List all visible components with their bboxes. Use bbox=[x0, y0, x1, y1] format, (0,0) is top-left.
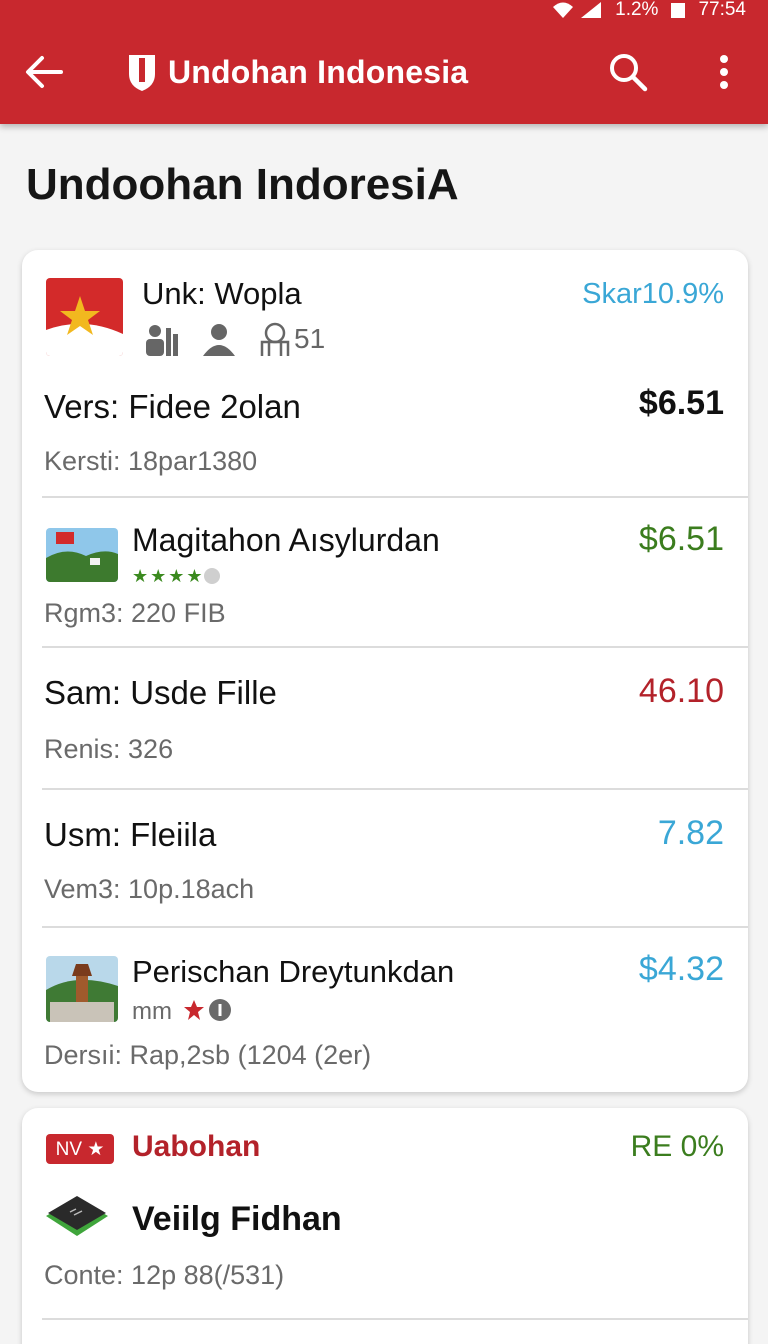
item-title: Perischan Dreytunkdan bbox=[132, 954, 455, 989]
item-value: 46.10 bbox=[638, 672, 724, 710]
list-item[interactable]: Usm: Fleiila 7.82 Vem3: 10p.18ach bbox=[22, 790, 748, 926]
back-button[interactable] bbox=[20, 48, 68, 96]
battery-percent: 1.2% bbox=[615, 0, 659, 20]
signal-icon bbox=[581, 2, 602, 18]
card-header-badge: Skar10.9% bbox=[582, 278, 724, 310]
item-value: 7.82 bbox=[657, 814, 724, 852]
item-title: Vers: Fidee 2olan bbox=[44, 388, 301, 425]
arrow-left-icon bbox=[26, 56, 63, 88]
search-button[interactable] bbox=[604, 48, 652, 96]
more-options-button[interactable] bbox=[700, 48, 748, 96]
search-icon bbox=[610, 54, 648, 92]
more-vert-icon bbox=[720, 55, 728, 89]
item-subtitle: Dersıi: Rap,2sb (1204 (2er) bbox=[44, 1040, 372, 1070]
info-icon bbox=[209, 999, 231, 1021]
listing-card: NV ★ Uabohan RE 0% Veiilg Fidhan Conte: … bbox=[22, 1108, 748, 1344]
item-title: Veiilg Fidhan bbox=[132, 1200, 342, 1238]
item-subtitle: Kersti: 18par1380 bbox=[44, 446, 258, 476]
info-icon bbox=[204, 568, 220, 584]
card-header[interactable]: Unk: Wopla Skar10.9% 51 Vers: Fidee 2ola… bbox=[22, 250, 748, 496]
wifi-icon bbox=[553, 2, 574, 18]
seat-icon bbox=[260, 322, 290, 356]
group-icon bbox=[146, 325, 178, 356]
app-brand: Undohan Indonesia bbox=[126, 50, 468, 94]
item-subtitle: Rgm3: 220 FIB bbox=[44, 598, 226, 628]
flag-icon bbox=[46, 278, 123, 356]
app-bar: 1.2% 77:54 Undohan Indonesia bbox=[0, 0, 768, 124]
item-subtitle: Renis: 326 bbox=[44, 734, 174, 764]
item-price: $6.51 bbox=[638, 384, 724, 422]
list-item[interactable]: Magitahon Aısylurdan ★★★★ $6.51 Rgm3: 22… bbox=[22, 498, 748, 646]
chip-icon bbox=[44, 1196, 110, 1242]
item-subtitle: Conte: 12p 88(/531) bbox=[44, 1260, 285, 1290]
item-subtitle: Vem3: 10p.18ach bbox=[44, 874, 255, 904]
item-price: $6.51 bbox=[638, 520, 724, 558]
divider bbox=[42, 1318, 748, 1320]
card-header-stats: 51 bbox=[142, 322, 325, 356]
listing-card: Unk: Wopla Skar10.9% 51 Vers: Fidee 2ola… bbox=[22, 250, 748, 1092]
battery-icon bbox=[671, 3, 686, 18]
item-price: $4.32 bbox=[638, 950, 724, 988]
tag-badge: NV ★ bbox=[46, 1134, 114, 1164]
app-title: Undohan Indonesia bbox=[168, 53, 469, 90]
star-icon bbox=[184, 1000, 204, 1020]
landscape-thumbnail bbox=[46, 528, 118, 582]
shield-logo-icon bbox=[129, 55, 155, 91]
temple-thumbnail bbox=[46, 956, 118, 1022]
card-header[interactable]: NV ★ Uabohan RE 0% Veiilg Fidhan Conte: … bbox=[22, 1108, 748, 1318]
card-header-name: Uabohan bbox=[132, 1130, 261, 1163]
clock: 77:54 bbox=[698, 0, 746, 20]
card-header-count: 51 bbox=[294, 323, 326, 354]
card-header-name: Unk: Wopla bbox=[142, 276, 302, 311]
item-rating-text: mm bbox=[132, 998, 172, 1025]
item-title: Magitahon Aısylurdan bbox=[132, 522, 440, 558]
status-bar: 1.2% 77:54 bbox=[551, 0, 746, 20]
list-item[interactable]: Perischan Dreytunkdan mm $4.32 Dersıi: R… bbox=[22, 928, 748, 1092]
person-icon bbox=[203, 324, 235, 356]
rating-stars: ★★★★ bbox=[132, 566, 205, 586]
tag-label: NV ★ bbox=[55, 1138, 105, 1160]
page-title: Undoohan IndoresiA bbox=[26, 160, 459, 209]
item-title: Sam: Usde Fille bbox=[44, 674, 277, 711]
card-header-badge: RE 0% bbox=[630, 1130, 724, 1163]
list-item[interactable]: Sam: Usde Fille 46.10 Renis: 326 bbox=[22, 648, 748, 788]
item-title: Usm: Fleiila bbox=[44, 816, 217, 853]
